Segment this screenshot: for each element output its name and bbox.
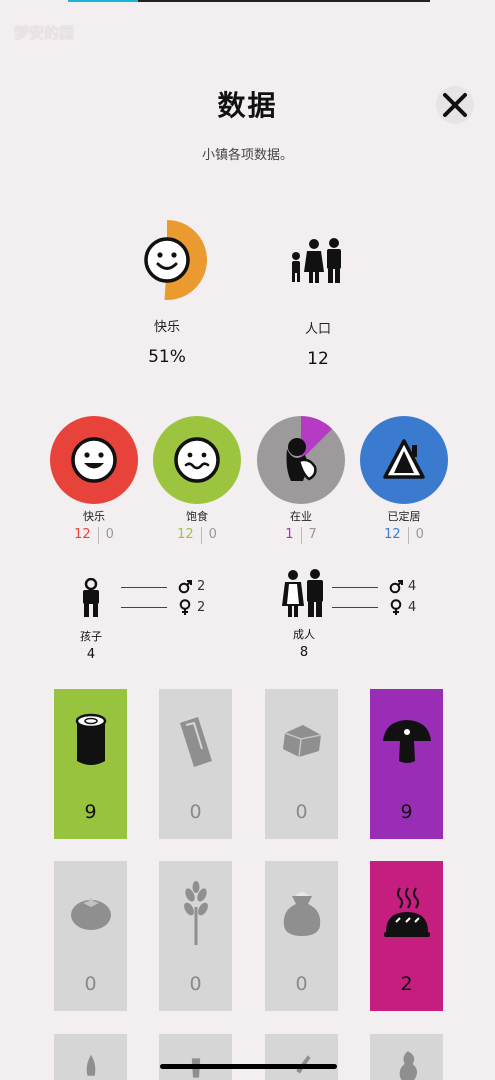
child-icon [83, 578, 99, 617]
resource-tile-stone[interactable]: 0 [265, 689, 338, 839]
stat-employed: 在业 17 [257, 416, 345, 544]
stat-fed: 饱食 12 0 [153, 416, 241, 544]
population-summary: 人口 12 [278, 236, 358, 369]
children-male-line [121, 587, 167, 588]
stat-settled-label: 已定居 [387, 510, 421, 523]
wheat-icon [183, 881, 208, 945]
top-progress-accent [68, 0, 138, 2]
stat-employed-label: 在业 [290, 510, 312, 523]
stat-settled-count: 12 [384, 527, 401, 542]
stat-employed-other: 7 [308, 527, 317, 542]
home-indicator[interactable] [160, 1064, 337, 1069]
resource-bread-count: 2 [400, 973, 413, 995]
resource-tile-partial-1[interactable] [54, 1034, 127, 1080]
children-label: 孩子 [80, 630, 102, 643]
resource-stone-count: 0 [295, 801, 308, 823]
happiness-label: 快乐 [153, 320, 180, 335]
settled-circle [360, 416, 448, 504]
resource-tile-wheat[interactable]: 0 [159, 861, 232, 1011]
female-icon [390, 599, 402, 615]
resource-tile-tomato[interactable]: 0 [54, 861, 127, 1011]
plank-icon [179, 717, 212, 767]
adults-icon [282, 569, 323, 617]
stat-fed-count: 12 [177, 527, 194, 542]
children-female-line [121, 607, 167, 608]
adults-female-count: 4 [408, 599, 417, 615]
stat-happy: 快乐 12 0 [50, 416, 138, 544]
resource-wood-count: 9 [84, 801, 97, 823]
stat-settled-other: 0 [415, 527, 424, 542]
bread-icon [383, 887, 430, 937]
stone-icon [282, 725, 321, 758]
happy-face-icon [71, 437, 117, 483]
stat-employed-count: 1 [285, 527, 294, 542]
adults-label: 成人 [293, 628, 315, 641]
mushroom-icon [382, 720, 431, 763]
resource-tile-partial-4[interactable] [370, 1034, 443, 1080]
adults-stat: 成人 8 [278, 568, 330, 660]
fed-circle [153, 416, 241, 504]
happiness-summary: 快乐 51% [127, 218, 207, 367]
happy-face-icon [144, 237, 190, 283]
tomato-icon [70, 897, 111, 930]
resource-tile-plank[interactable]: 0 [159, 689, 232, 839]
stat-settled: 已定居 12 0 [360, 416, 448, 544]
resource-mushroom-count: 9 [400, 801, 413, 823]
house-icon [383, 439, 425, 479]
children-stat: 孩子 4 [68, 578, 114, 662]
flour-sack-icon [283, 892, 320, 936]
male-icon [389, 579, 403, 593]
resource-tile-wood[interactable]: 9 [54, 689, 127, 839]
top-progress-line [68, 0, 430, 2]
partial-resource-icon [86, 1054, 95, 1076]
population-label: 人口 [304, 322, 331, 337]
close-button[interactable] [436, 86, 474, 124]
resource-plank-count: 0 [189, 801, 202, 823]
partial-resource-icon [399, 1051, 417, 1080]
resource-tile-bread[interactable]: 2 [370, 861, 443, 1011]
page-subtitle: 小镇各项数据。 [201, 148, 293, 163]
resource-tile-partial-2[interactable] [159, 1034, 232, 1080]
stat-fed-other: 0 [208, 527, 217, 542]
log-icon [75, 713, 106, 765]
resource-flour-count: 0 [295, 973, 308, 995]
children-male-count: 2 [197, 579, 206, 594]
resource-tile-partial-3[interactable] [265, 1034, 338, 1080]
adults-male-count: 4 [408, 579, 417, 594]
adults-female-line [332, 607, 378, 608]
watermark: 梦安的国 [14, 24, 75, 42]
adults-value: 8 [299, 645, 309, 660]
family-icon [292, 238, 341, 283]
children-female: 2 [178, 599, 205, 615]
resource-tile-flour[interactable]: 0 [265, 861, 338, 1011]
fed-face-icon [174, 437, 220, 483]
stat-fed-label: 饱食 [186, 510, 208, 523]
close-icon [443, 93, 467, 117]
female-icon [179, 599, 191, 615]
children-female-count: 2 [197, 599, 206, 615]
population-value: 12 [307, 349, 329, 369]
resource-tile-mushroom[interactable]: 9 [370, 689, 443, 839]
stat-happy-label: 快乐 [83, 510, 105, 523]
adults-male-line [332, 587, 378, 588]
resource-wheat-count: 0 [189, 973, 202, 995]
stat-happy-other: 0 [105, 527, 114, 542]
happy-circle [50, 416, 138, 504]
children-value: 4 [86, 647, 96, 662]
worker-icon [286, 438, 317, 481]
male-icon [178, 579, 192, 593]
page-title: 数据 [217, 89, 278, 122]
happiness-value: 51% [148, 347, 186, 367]
adults-female: 4 [389, 599, 416, 615]
stat-happy-count: 12 [74, 527, 91, 542]
adults-male: 4 [389, 579, 416, 594]
resource-tomato-count: 0 [84, 973, 97, 995]
happiness-gauge [144, 220, 207, 300]
employed-circle [257, 416, 345, 504]
children-male: 2 [178, 579, 205, 594]
